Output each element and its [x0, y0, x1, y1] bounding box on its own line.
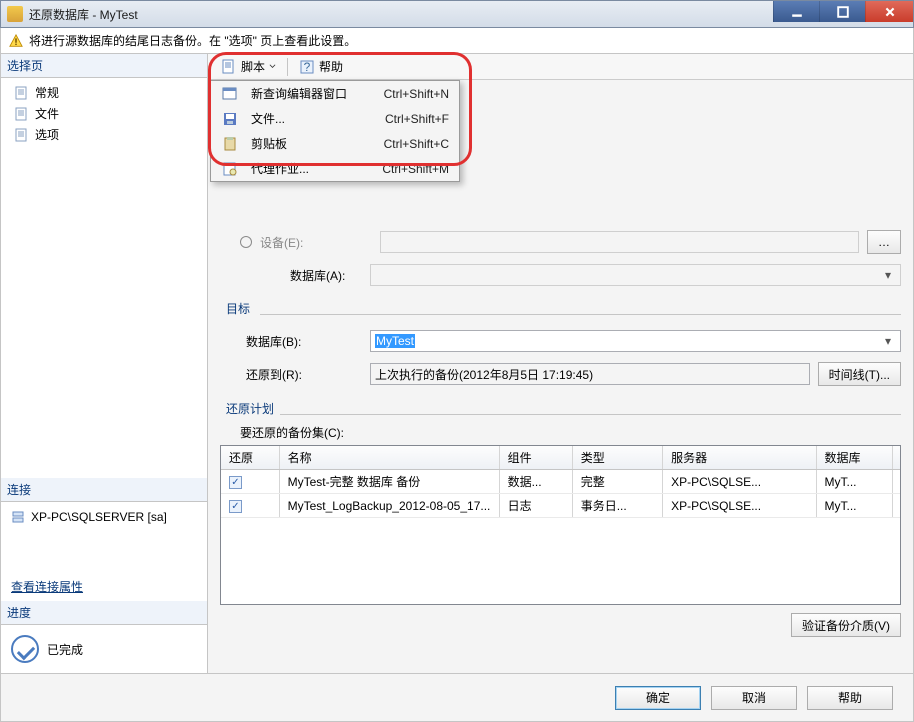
device-radio[interactable] [240, 236, 252, 248]
save-icon [222, 111, 238, 127]
help-label: 帮助 [319, 58, 343, 75]
source-db-label: 数据库(A): [220, 267, 370, 284]
menu-new-query-window[interactable]: 新查询编辑器窗口 Ctrl+Shift+N [211, 81, 459, 106]
script-dropdown: 新查询编辑器窗口 Ctrl+Shift+N 文件... Ctrl+Shift+F… [210, 80, 460, 182]
help-footer-button[interactable]: 帮助 [807, 686, 893, 710]
restore-checkbox[interactable]: ✓ [229, 500, 242, 513]
menu-agent-job[interactable]: 代理作业... Ctrl+Shift+M [211, 156, 459, 181]
page-icon [15, 128, 29, 142]
device-input [380, 231, 859, 253]
content-toolbar: 脚本 ? 帮助 新查询编辑器窗口 Ctrl+Shift+N 文件... Ctrl… [208, 54, 913, 80]
maximize-button[interactable] [819, 1, 865, 22]
help-icon: ? [299, 59, 315, 75]
progress-header: 进度 [1, 601, 207, 625]
menu-label: 剪贴板 [251, 135, 376, 152]
device-label: 设备(E): [256, 234, 380, 251]
col-type[interactable]: 类型 [572, 446, 662, 470]
view-connection-props-link[interactable]: 查看连接属性 [1, 572, 207, 601]
progress-label: 已完成 [47, 641, 83, 658]
close-button[interactable] [865, 1, 913, 22]
svg-text:?: ? [304, 60, 311, 74]
timeline-button[interactable]: 时间线(T)... [818, 362, 901, 386]
select-page-header: 选择页 [1, 54, 207, 78]
restore-to-value: 上次执行的备份(2012年8月5日 17:19:45) [370, 363, 810, 385]
target-db-value: MyTest [375, 334, 415, 348]
col-server[interactable]: 服务器 [663, 446, 816, 470]
page-label: 文件 [35, 105, 59, 122]
target-db-label: 数据库(B): [220, 333, 370, 350]
agent-job-icon [222, 161, 238, 177]
connection-header: 连接 [1, 478, 207, 502]
menu-shortcut: Ctrl+Shift+N [384, 87, 449, 101]
titlebar: 还原数据库 - MyTest [0, 0, 914, 28]
chevron-down-icon: ▾ [880, 334, 896, 348]
chevron-down-icon [269, 63, 276, 70]
col-position[interactable]: 位置 [892, 446, 901, 470]
menu-label: 代理作业... [251, 160, 374, 177]
query-window-icon [222, 86, 238, 102]
help-button[interactable]: ? 帮助 [292, 55, 350, 78]
connection-value: XP-PC\SQLSERVER [sa] [31, 510, 167, 524]
backup-sets-grid[interactable]: 还原 名称 组件 类型 服务器 数据库 位置 第一个 LSN ✓ MyTest-… [220, 445, 901, 605]
menu-label: 文件... [251, 110, 377, 127]
table-row[interactable]: ✓ MyTest_LogBackup_2012-08-05_17... 日志 事… [221, 494, 901, 518]
col-restore[interactable]: 还原 [221, 446, 279, 470]
menu-shortcut: Ctrl+Shift+M [382, 162, 449, 176]
minimize-button[interactable] [773, 1, 819, 22]
page-label: 选项 [35, 126, 59, 143]
app-icon [7, 6, 23, 22]
menu-label: 新查询编辑器窗口 [251, 85, 376, 102]
page-options[interactable]: 选项 [1, 124, 207, 145]
menu-shortcut: Ctrl+Shift+F [385, 112, 449, 126]
col-name[interactable]: 名称 [279, 446, 499, 470]
page-label: 常规 [35, 84, 59, 101]
cancel-button[interactable]: 取消 [711, 686, 797, 710]
script-icon [221, 59, 237, 75]
clipboard-icon [222, 136, 238, 152]
target-db-combo[interactable]: MyTest ▾ [370, 330, 901, 352]
script-label: 脚本 [241, 58, 265, 75]
col-component[interactable]: 组件 [499, 446, 572, 470]
ok-button[interactable]: 确定 [615, 686, 701, 710]
script-button[interactable]: 脚本 [214, 55, 283, 78]
progress-status: 已完成 [1, 625, 207, 673]
restore-checkbox[interactable]: ✓ [229, 476, 242, 489]
source-db-combo: ▾ [370, 264, 901, 286]
warning-bar: 将进行源数据库的结尾日志备份。在 "选项" 页上查看此设置。 [0, 28, 914, 54]
col-database[interactable]: 数据库 [816, 446, 892, 470]
server-icon [11, 510, 25, 524]
window-buttons [773, 1, 913, 22]
page-general[interactable]: 常规 [1, 82, 207, 103]
warning-text: 将进行源数据库的结尾日志备份。在 "选项" 页上查看此设置。 [29, 32, 356, 49]
device-browse-button[interactable]: … [867, 230, 901, 254]
page-files[interactable]: 文件 [1, 103, 207, 124]
check-circle-icon [11, 635, 39, 663]
restore-to-label: 还原到(R): [220, 366, 370, 383]
dialog-footer: 确定 取消 帮助 [0, 674, 914, 722]
sidebar: 选择页 常规 文件 选项 连接 XP-PC\SQLSERVER [sa] 查看连… [1, 54, 208, 673]
backup-sets-label: 要还原的备份集(C): [220, 424, 901, 441]
table-row[interactable]: ✓ MyTest-完整 数据库 备份 数据... 完整 XP-PC\SQLSE.… [221, 470, 901, 494]
page-icon [15, 86, 29, 100]
page-icon [15, 107, 29, 121]
menu-file[interactable]: 文件... Ctrl+Shift+F [211, 106, 459, 131]
connection-value-row: XP-PC\SQLSERVER [sa] [1, 502, 207, 532]
window-title: 还原数据库 - MyTest [29, 6, 138, 23]
menu-shortcut: Ctrl+Shift+C [384, 137, 449, 151]
menu-clipboard[interactable]: 剪贴板 Ctrl+Shift+C [211, 131, 459, 156]
warning-icon [9, 34, 23, 48]
content-pane: 脚本 ? 帮助 新查询编辑器窗口 Ctrl+Shift+N 文件... Ctrl… [208, 54, 913, 673]
validate-media-button[interactable]: 验证备份介质(V) [791, 613, 901, 637]
